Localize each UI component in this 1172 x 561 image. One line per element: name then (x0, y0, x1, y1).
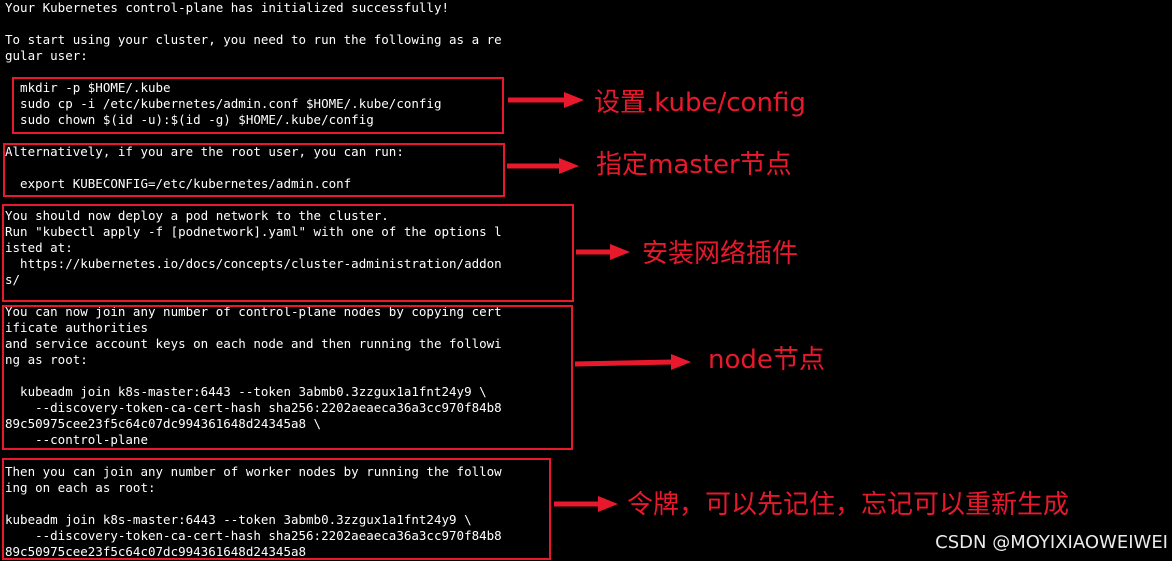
terminal-line: gular user: (5, 48, 88, 63)
arrow-right-icon (554, 496, 618, 512)
annotation-master-node: 指定master节点 (596, 150, 792, 180)
annotation-token: 令牌，可以先记住，忘记可以重新生成 (627, 490, 1070, 520)
highlight-box-control-plane (2, 305, 573, 450)
annotation-node: node节点 (708, 345, 825, 375)
highlight-box-root-user (3, 143, 505, 197)
annotation-kube-config: 设置.kube/config (594, 88, 806, 118)
arrow-right-icon (508, 92, 584, 108)
arrow-right-icon (507, 158, 579, 174)
terminal-line: Your Kubernetes control-plane has initia… (5, 0, 450, 15)
highlight-box-kube-config (12, 77, 504, 134)
highlight-box-worker-join (2, 458, 551, 560)
arrow-right-icon (574, 354, 691, 370)
highlight-box-pod-network (2, 204, 574, 302)
terminal-line: To start using your cluster, you need to… (5, 32, 502, 47)
annotation-network-plugin: 安装网络插件 (642, 239, 799, 269)
arrow-right-icon (576, 244, 630, 260)
watermark: CSDN @MOYIXIAOWEIWEI (935, 532, 1168, 553)
